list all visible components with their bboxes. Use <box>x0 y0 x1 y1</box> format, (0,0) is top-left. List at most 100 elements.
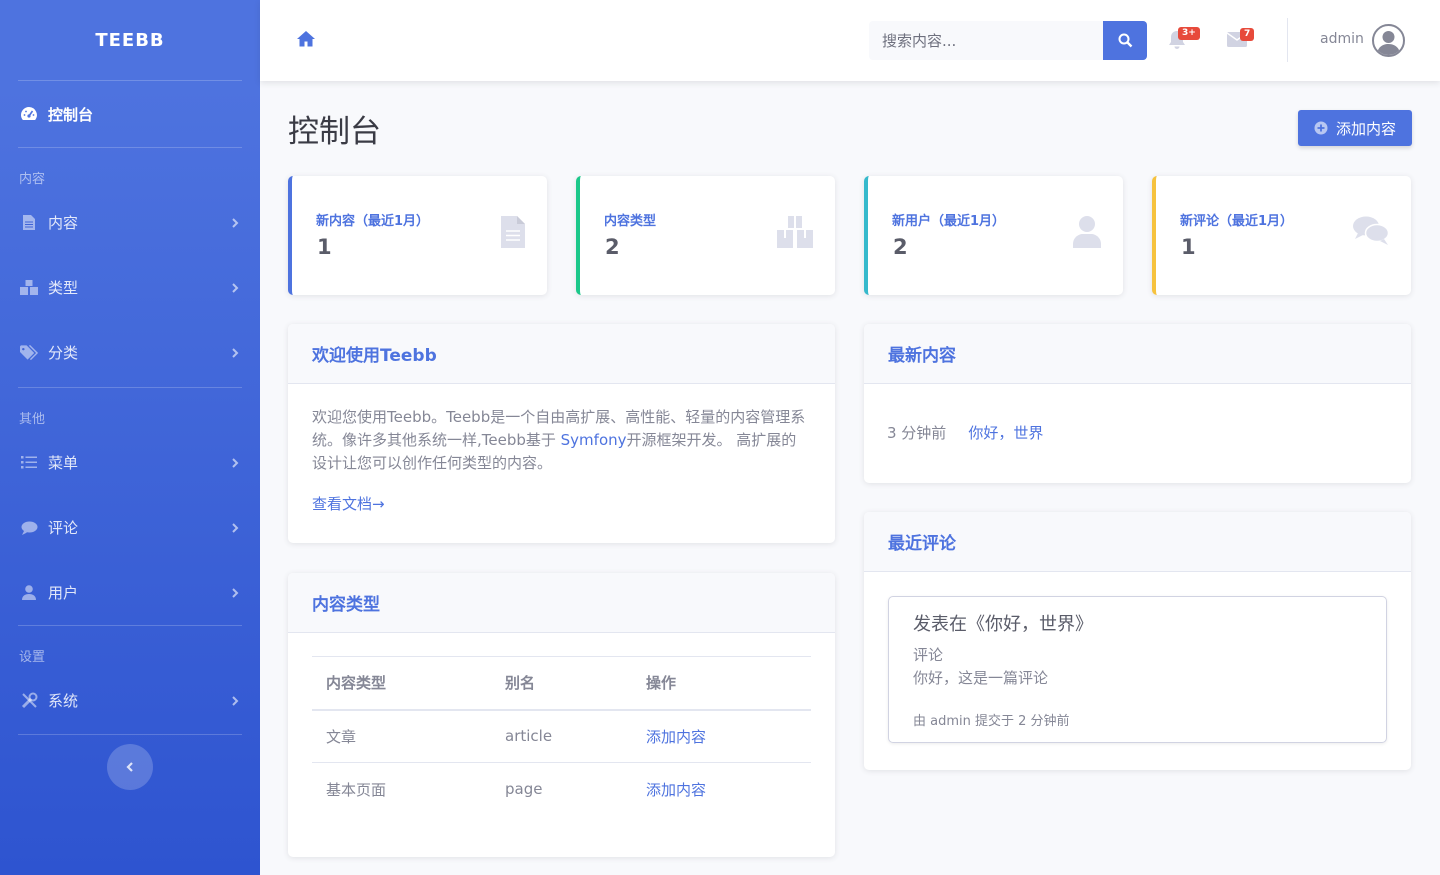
chevron-right-icon <box>232 695 239 706</box>
chevron-right-icon <box>232 587 239 598</box>
tags-icon <box>20 344 38 362</box>
content-types-card: 内容类型 内容类型 别名 操作 文章 article 添加内容 基本页面 pag… <box>288 573 835 857</box>
comments-icon <box>1353 216 1390 250</box>
stat-value: 2 <box>605 235 620 259</box>
table-row: 基本页面 page 添加内容 <box>312 763 811 816</box>
sidebar-divider <box>18 734 242 735</box>
sidebar-toggle-button[interactable] <box>107 744 153 790</box>
brand-logo[interactable]: TEEBB <box>0 0 260 80</box>
add-content-link[interactable]: 添加内容 <box>646 781 706 799</box>
recent-comments-card: 最近评论 发表在《你好，世界》 评论 你好，这是一篇评论 由 admin 提交于… <box>864 512 1411 770</box>
sidebar-heading-other: 其他 <box>19 412 46 427</box>
stat-label: 新内容（最近1月） <box>316 214 430 229</box>
stat-card-new-users: 新用户（最近1月） 2 <box>864 176 1123 295</box>
type-alias: page <box>505 780 543 799</box>
column-header: 内容类型 <box>312 656 491 711</box>
stat-label: 新用户（最近1月） <box>892 214 1006 229</box>
plus-circle-icon <box>1314 121 1328 135</box>
user-name[interactable]: admin <box>1320 31 1364 47</box>
sidebar-heading-settings: 设置 <box>19 650 46 665</box>
table-header-row: 内容类型 别名 操作 <box>312 656 811 711</box>
sidebar-item-label: 内容 <box>48 214 79 232</box>
chevron-left-icon <box>126 762 133 772</box>
recent-content-card: 最新内容 3 分钟前 你好，世界 <box>864 324 1411 483</box>
chevron-right-icon <box>232 522 239 533</box>
add-content-link[interactable]: 添加内容 <box>646 728 706 746</box>
symfony-link[interactable]: Symfony <box>561 431 627 449</box>
messages-dropdown[interactable]: 7 <box>1226 28 1255 51</box>
sidebar-item-label: 控制台 <box>48 105 94 124</box>
card-title: 最新内容 <box>864 324 1411 384</box>
alerts-dropdown[interactable]: 3+ <box>1168 27 1200 54</box>
list-icon <box>20 454 38 472</box>
add-content-button[interactable]: 添加内容 <box>1298 110 1412 146</box>
search-button[interactable] <box>1103 21 1147 60</box>
search-icon <box>1118 33 1132 48</box>
stat-value: 2 <box>893 235 908 259</box>
sidebar-item-comments[interactable]: 评论 <box>0 495 260 560</box>
sidebar-item-menu[interactable]: 菜单 <box>0 430 260 495</box>
welcome-card: 欢迎使用Teebb 欢迎您使用Teebb。Teebb是一个自由高扩展、高性能、轻… <box>288 324 835 543</box>
sidebar-item-label: 系统 <box>48 692 79 710</box>
chevron-right-icon <box>232 282 239 293</box>
stat-label: 新评论（最近1月） <box>1180 214 1294 229</box>
avatar[interactable] <box>1372 24 1405 57</box>
messages-badge: 7 <box>1240 28 1255 41</box>
user-avatar-icon <box>1377 31 1400 55</box>
sidebar-item-taxonomy[interactable]: 分类 <box>0 320 260 385</box>
sidebar-item-label: 分类 <box>48 344 79 362</box>
search-input[interactable] <box>869 21 1103 60</box>
cubes-icon <box>20 279 38 297</box>
tools-icon <box>20 692 38 710</box>
page-title: 控制台 <box>288 114 381 150</box>
file-icon <box>20 214 38 232</box>
sidebar-item-users[interactable]: 用户 <box>0 560 260 625</box>
alerts-badge: 3+ <box>1178 27 1200 40</box>
content-types-table: 内容类型 别名 操作 文章 article 添加内容 基本页面 page 添加内… <box>312 656 811 816</box>
user-icon <box>20 584 38 602</box>
type-name: 基本页面 <box>326 780 387 799</box>
topbar-divider <box>1287 18 1288 62</box>
stat-label: 内容类型 <box>604 214 657 229</box>
comment-title[interactable]: 发表在《你好，世界》 <box>913 610 1362 636</box>
comment-item: 发表在《你好，世界》 评论 你好，这是一篇评论 由 admin 提交于 2 分钟… <box>888 596 1387 743</box>
home-icon[interactable] <box>296 30 316 51</box>
sidebar-item-content[interactable]: 内容 <box>0 190 260 255</box>
recent-time: 3 分钟前 <box>887 424 947 442</box>
comment-icon <box>20 519 38 537</box>
chevron-right-icon <box>232 347 239 358</box>
recent-content-link[interactable]: 你好，世界 <box>968 422 1043 443</box>
add-content-label: 添加内容 <box>1335 119 1396 138</box>
table-row: 文章 article 添加内容 <box>312 709 811 763</box>
stat-value: 1 <box>317 235 332 259</box>
card-title: 内容类型 <box>288 573 835 633</box>
search-form <box>869 21 1147 60</box>
sidebar-item-dashboard[interactable]: 控制台 <box>0 81 260 147</box>
comment-text: 你好，这是一篇评论 <box>913 669 1049 687</box>
type-name: 文章 <box>312 709 491 763</box>
list-item: 3 分钟前 你好，世界 <box>864 384 1411 443</box>
column-header: 操作 <box>632 656 811 711</box>
sidebar: TEEBB 控制台 内容 内容 类型 分类 其他 菜单 评论 用户 设置 系统 <box>0 0 260 875</box>
sidebar-item-label: 评论 <box>48 519 79 537</box>
stat-card-new-comments: 新评论（最近1月） 1 <box>1152 176 1411 295</box>
sidebar-item-system[interactable]: 系统 <box>0 668 260 733</box>
stat-card-new-content: 新内容（最近1月） 1 <box>288 176 547 295</box>
welcome-text: 欢迎您使用Teebb。Teebb是一个自由高扩展、高性能、轻量的内容管理系统。像… <box>312 406 811 475</box>
card-title: 最近评论 <box>864 512 1411 572</box>
chevron-right-icon <box>232 217 239 228</box>
sidebar-item-types[interactable]: 类型 <box>0 255 260 320</box>
view-docs-link[interactable]: 查看文档→ <box>312 493 385 514</box>
comment-meta: 由 admin 提交于 2 分钟前 <box>913 714 1070 729</box>
comment-label: 评论 <box>913 646 944 664</box>
user-icon <box>1073 216 1101 252</box>
sidebar-item-label: 菜单 <box>48 454 79 472</box>
sidebar-heading-content: 内容 <box>19 172 46 187</box>
stat-value: 1 <box>1181 235 1196 259</box>
type-alias: article <box>491 709 632 763</box>
sidebar-item-label: 用户 <box>48 584 79 602</box>
topbar: 3+ 7 admin <box>260 0 1440 81</box>
tachometer-icon <box>20 105 38 123</box>
cubes-icon <box>777 216 813 252</box>
file-icon <box>501 216 525 252</box>
